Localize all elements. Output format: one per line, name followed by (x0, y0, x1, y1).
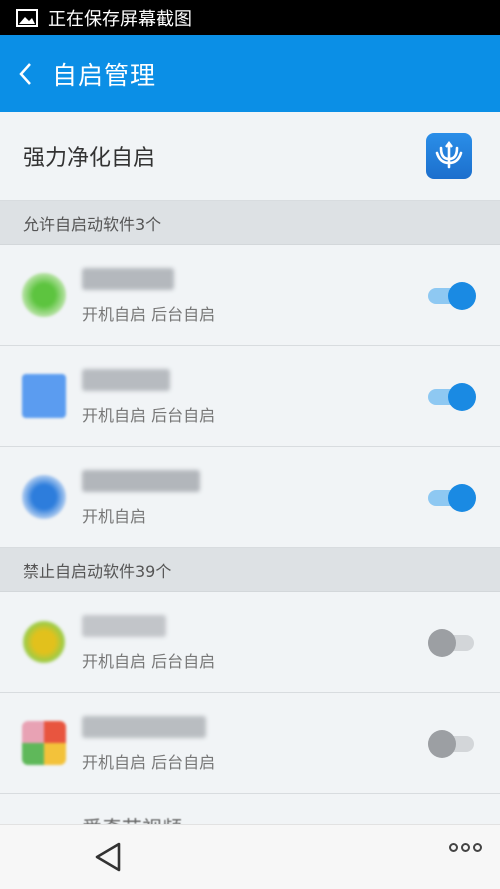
app-icon (22, 475, 66, 519)
app-name (82, 470, 200, 492)
watermark (449, 843, 482, 852)
app-name (82, 615, 166, 637)
app-tags: 开机自启 后台自启 (82, 753, 216, 772)
app-row: 开机自启 后台自启 (0, 592, 500, 693)
image-icon (16, 8, 38, 27)
app-icon (22, 721, 66, 765)
back-triangle-icon[interactable] (93, 841, 123, 873)
app-bar: 自启管理 (0, 35, 500, 112)
autostart-toggle[interactable] (428, 628, 476, 658)
app-tags: 开机自启 后台自启 (82, 406, 216, 425)
app-row: 开机自启 后台自启 (0, 693, 500, 794)
purify-label: 强力净化自启 (23, 146, 156, 171)
autostart-toggle[interactable] (428, 729, 476, 759)
autostart-toggle[interactable] (428, 483, 476, 513)
partial-app-row: 爱奇艺视频 (0, 794, 500, 824)
purify-autostart-row[interactable]: 强力净化自启 (0, 112, 500, 201)
app-row: 开机自启 后台自启 (0, 346, 500, 447)
allowed-section-title: 允许自启动软件3个 (23, 214, 162, 234)
app-icon (22, 273, 66, 317)
app-tags: 开机自启 (82, 507, 147, 526)
autostart-toggle[interactable] (428, 281, 476, 311)
app-icon (22, 374, 66, 418)
app-row: 开机自启 (0, 447, 500, 548)
partial-app-name: 爱奇艺视频 (82, 812, 182, 824)
app-tags: 开机自启 后台自启 (82, 305, 216, 324)
app-tags: 开机自启 后台自启 (82, 652, 216, 671)
app-name (82, 716, 206, 738)
blocked-section-header: 禁止自启动软件39个 (0, 548, 500, 592)
blocked-section-title: 禁止自启动软件39个 (23, 561, 172, 581)
status-text: 正在保存屏幕截图 (48, 8, 192, 30)
app-name (82, 268, 174, 290)
app-icon (22, 620, 66, 664)
allowed-section-header: 允许自启动软件3个 (0, 201, 500, 245)
chevron-left-icon (19, 62, 31, 85)
app-row: 开机自启 后台自启 (0, 245, 500, 346)
autostart-toggle[interactable] (428, 382, 476, 412)
menu-dots-icon[interactable] (449, 843, 482, 852)
page-title: 自启管理 (52, 60, 157, 90)
trident-icon[interactable] (426, 133, 472, 179)
back-button[interactable] (18, 60, 38, 88)
navigation-bar (0, 824, 500, 889)
app-name (82, 369, 170, 391)
status-bar: 正在保存屏幕截图 (0, 0, 500, 35)
